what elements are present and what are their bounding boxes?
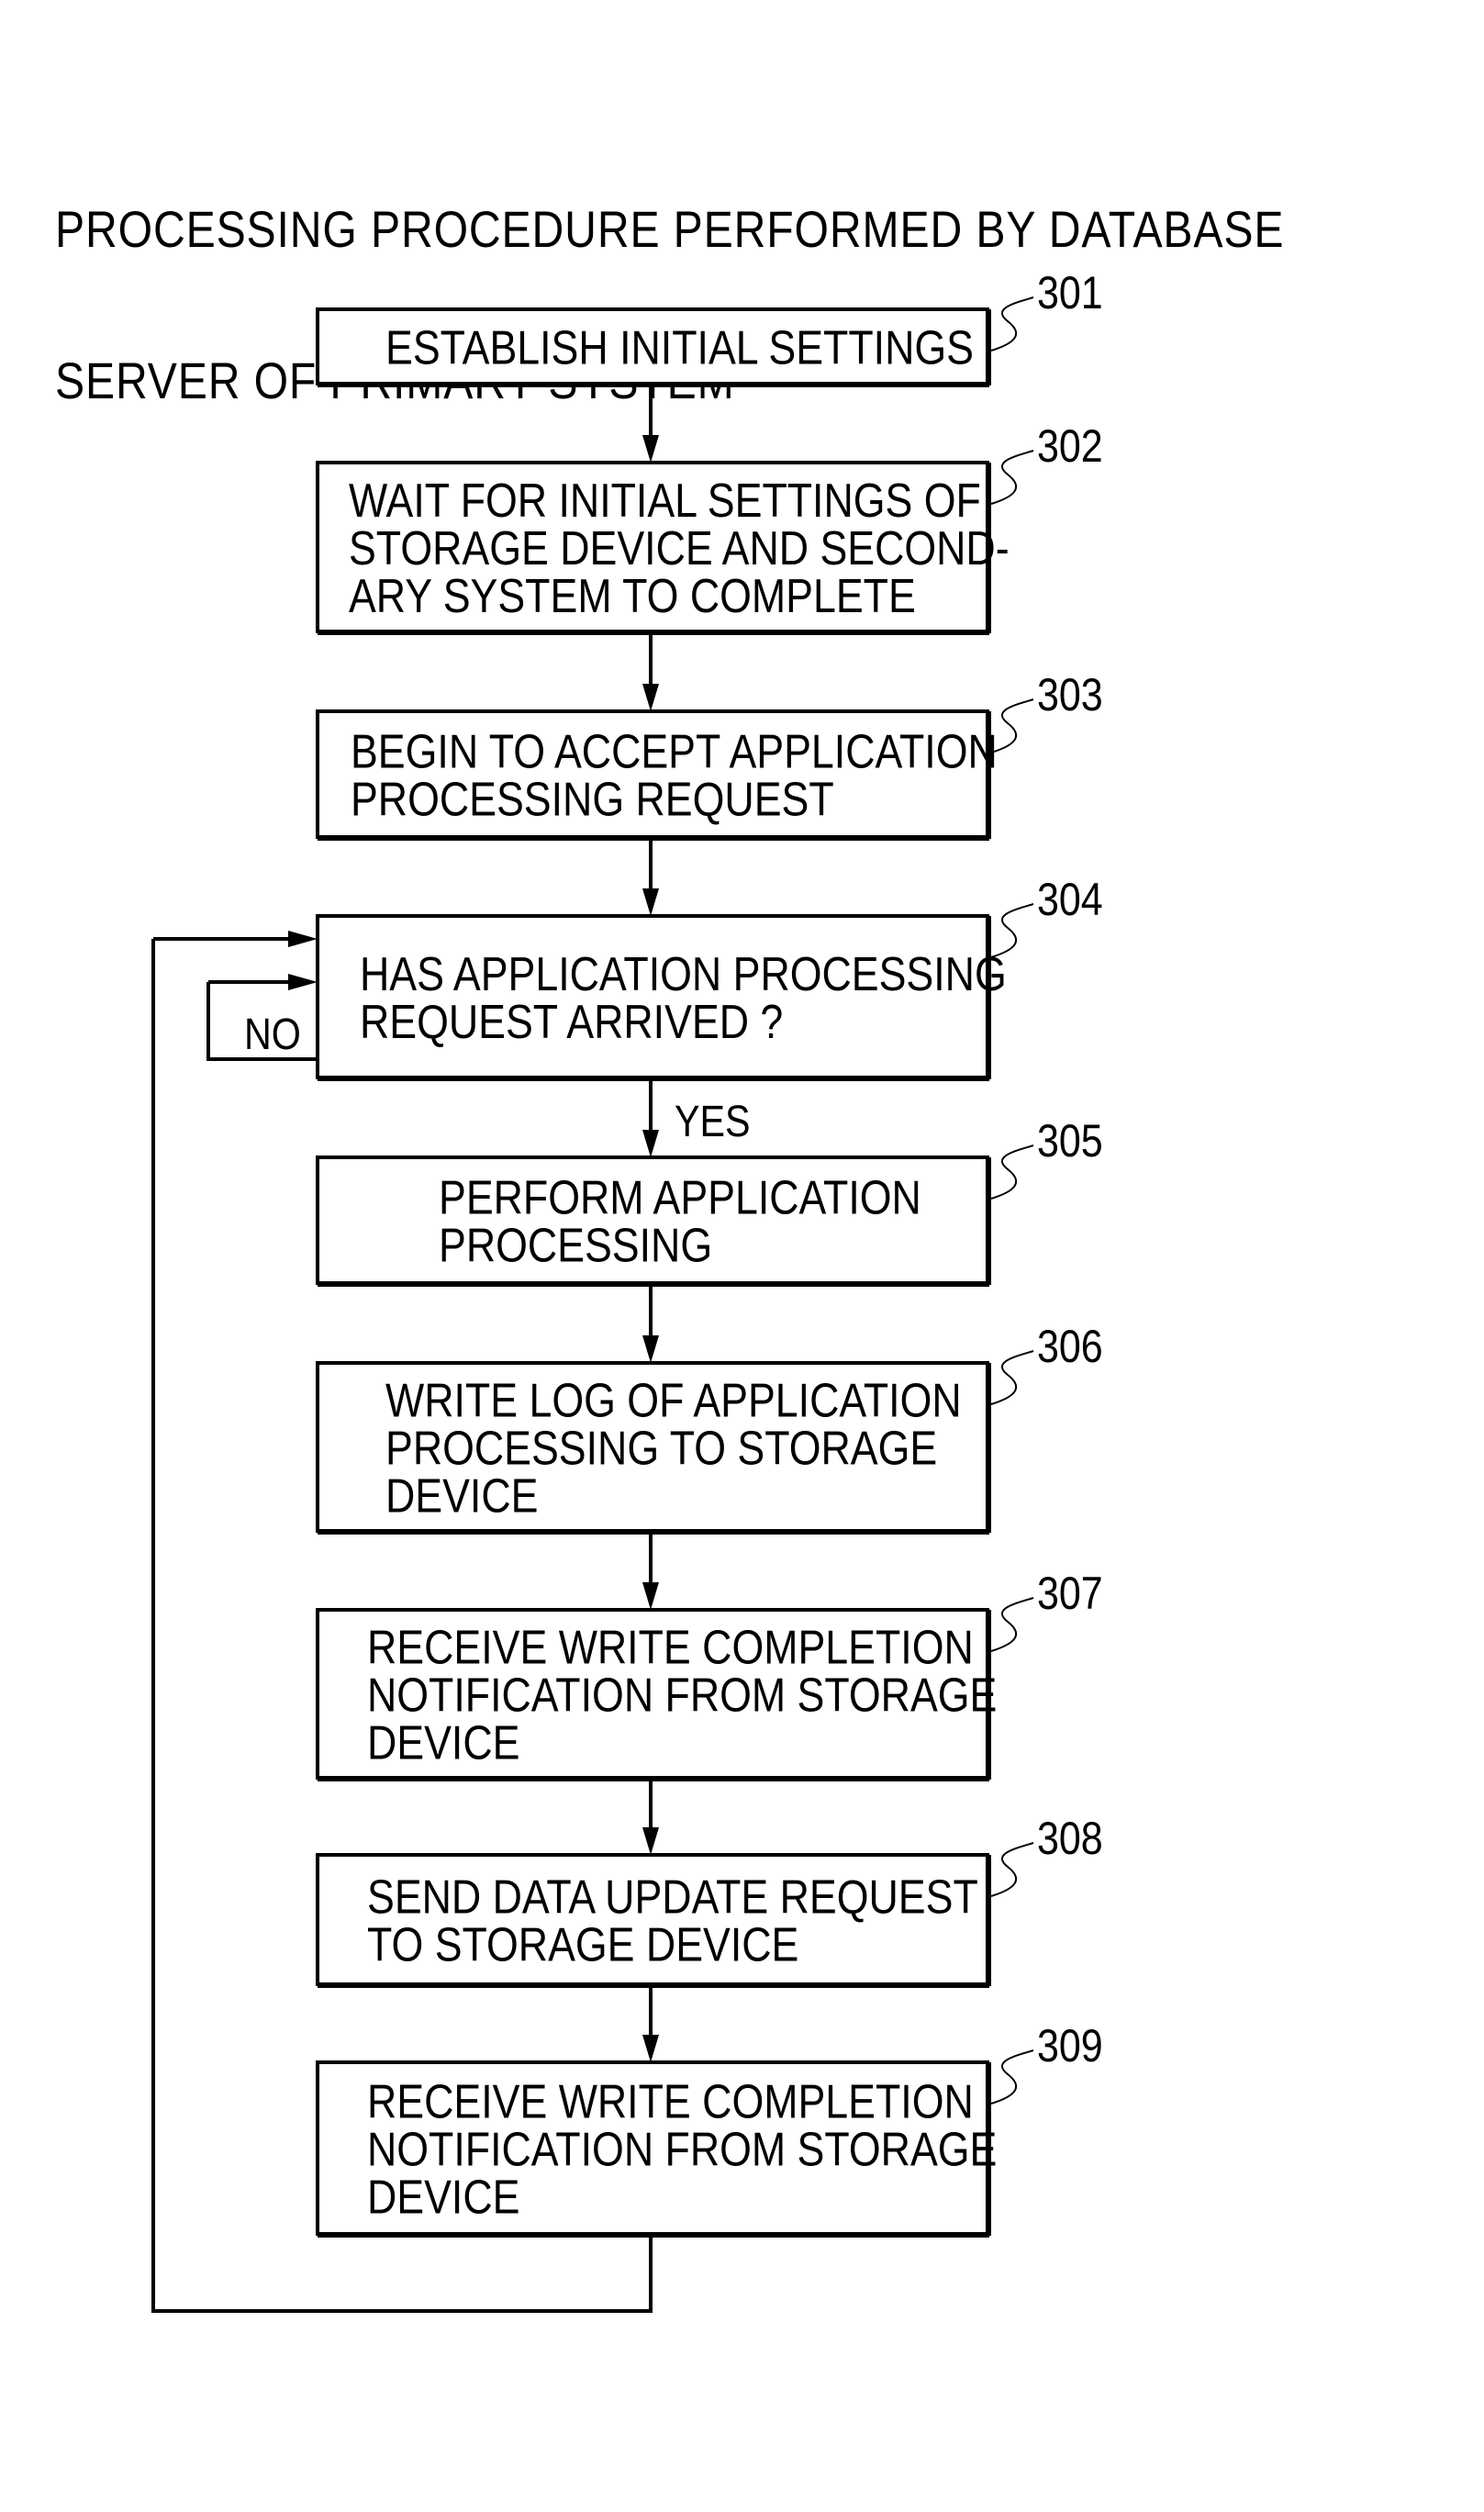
step-text-line: DEVICE bbox=[385, 1469, 538, 1523]
reference-numeral: 309 bbox=[1037, 2020, 1103, 2071]
step-text-line: DEVICE bbox=[367, 1716, 519, 1770]
connectors: YES NO bbox=[151, 387, 751, 2313]
reference-numeral: 304 bbox=[1037, 874, 1103, 925]
reference-numeral: 307 bbox=[1037, 1568, 1103, 1619]
arrowhead-down-icon bbox=[642, 1130, 659, 1157]
arrow-303-to-304 bbox=[642, 841, 659, 916]
step-text-line: SEND DATA UPDATE REQUEST bbox=[367, 1870, 978, 1924]
flowchart: YES NO ESTABLISH INITIAL SETTINGS 301 WAIT … bbox=[151, 267, 1103, 2313]
arrowhead-right-icon bbox=[288, 974, 318, 990]
step-text-line: PERFORM APPLICATION bbox=[439, 1171, 921, 1224]
reference-numeral: 305 bbox=[1037, 1115, 1103, 1167]
arrowhead-down-icon bbox=[642, 1827, 659, 1855]
arrowhead-down-icon bbox=[642, 2035, 659, 2062]
arrowhead-down-icon bbox=[642, 888, 659, 916]
step-303: BEGIN TO ACCEPT APPLICATIONPROCESSING RE… bbox=[316, 669, 1103, 841]
reference-numeral: 302 bbox=[1037, 420, 1103, 472]
step-text-line: WRITE LOG OF APPLICATION bbox=[385, 1374, 962, 1427]
arrow-308-to-309 bbox=[642, 1988, 659, 2062]
step-text-line: ARY SYSTEM TO COMPLETE bbox=[349, 570, 916, 623]
leader-squiggle-icon bbox=[990, 2049, 1034, 2104]
arrow-301-to-302 bbox=[642, 387, 659, 463]
arrowhead-right-icon bbox=[288, 931, 318, 947]
no-label: NO bbox=[244, 1010, 301, 1059]
step-text-line: RECEIVE WRITE COMPLETION bbox=[367, 2075, 974, 2128]
leader-squiggle-icon bbox=[990, 1144, 1034, 1200]
step-309: RECEIVE WRITE COMPLETIONNOTIFICATION FRO… bbox=[316, 2020, 1103, 2238]
step-308: SEND DATA UPDATE REQUESTTO STORAGE DEVIC… bbox=[316, 1813, 1103, 1988]
step-text-line: STORAGE DEVICE AND SECOND- bbox=[349, 522, 1010, 575]
no-loop-arrow bbox=[208, 974, 318, 990]
arrowhead-down-icon bbox=[642, 684, 659, 711]
step-text-line: HAS APPLICATION PROCESSING bbox=[360, 948, 1007, 1001]
arrow-305-to-306 bbox=[642, 1287, 659, 1363]
leader-squiggle-icon bbox=[990, 1842, 1034, 1897]
step-306: WRITE LOG OF APPLICATIONPROCESSING TO ST… bbox=[316, 1321, 1103, 1535]
leader-squiggle-icon bbox=[990, 1350, 1034, 1405]
step-text-line: BEGIN TO ACCEPT APPLICATION bbox=[351, 725, 998, 778]
leader-squiggle-icon bbox=[990, 698, 1034, 754]
step-text-line: RECEIVE WRITE COMPLETION bbox=[367, 1621, 974, 1674]
step-text-line: ESTABLISH INITIAL SETTINGS bbox=[385, 321, 974, 374]
step-302: WAIT FOR INITIAL SETTINGS OFSTORAGE DEVI… bbox=[316, 420, 1103, 635]
step-text-line: PROCESSING bbox=[439, 1219, 712, 1272]
reference-numeral: 308 bbox=[1037, 1813, 1103, 1864]
yes-label: YES bbox=[675, 1097, 751, 1146]
step-304: HAS APPLICATION PROCESSINGREQUEST ARRIVE… bbox=[316, 874, 1103, 1081]
step-307: RECEIVE WRITE COMPLETIONNOTIFICATION FRO… bbox=[316, 1568, 1103, 1781]
arrow-304-to-305 bbox=[642, 1081, 659, 1157]
step-text-line: TO STORAGE DEVICE bbox=[367, 1918, 798, 1971]
arrow-307-to-308 bbox=[642, 1781, 659, 1855]
reference-numeral: 306 bbox=[1037, 1321, 1103, 1372]
reference-numeral: 303 bbox=[1037, 669, 1103, 720]
step-301: ESTABLISH INITIAL SETTINGS 301 bbox=[316, 267, 1103, 387]
step-text-line: DEVICE bbox=[367, 2171, 519, 2224]
leader-squiggle-icon bbox=[990, 1597, 1034, 1652]
step-text-line: PROCESSING TO STORAGE bbox=[385, 1422, 937, 1475]
step-text-line: NOTIFICATION FROM STORAGE bbox=[367, 2123, 997, 2176]
step-text-line: NOTIFICATION FROM STORAGE bbox=[367, 1669, 997, 1722]
step-text-line: REQUEST ARRIVED ? bbox=[360, 996, 783, 1049]
return-loop-arrow bbox=[153, 931, 318, 947]
step-text-line: PROCESSING REQUEST bbox=[351, 773, 834, 826]
reference-numeral: 301 bbox=[1037, 267, 1103, 318]
arrow-306-to-307 bbox=[642, 1535, 659, 1610]
step-text-line: WAIT FOR INITIAL SETTINGS OF bbox=[349, 474, 981, 528]
arrowhead-down-icon bbox=[642, 1582, 659, 1610]
arrowhead-down-icon bbox=[642, 435, 659, 463]
arrowhead-down-icon bbox=[642, 1335, 659, 1363]
leader-squiggle-icon bbox=[990, 296, 1034, 352]
leader-squiggle-icon bbox=[990, 450, 1034, 505]
arrow-302-to-303 bbox=[642, 635, 659, 711]
steps: ESTABLISH INITIAL SETTINGS 301 WAIT FOR IN… bbox=[316, 267, 1103, 2238]
